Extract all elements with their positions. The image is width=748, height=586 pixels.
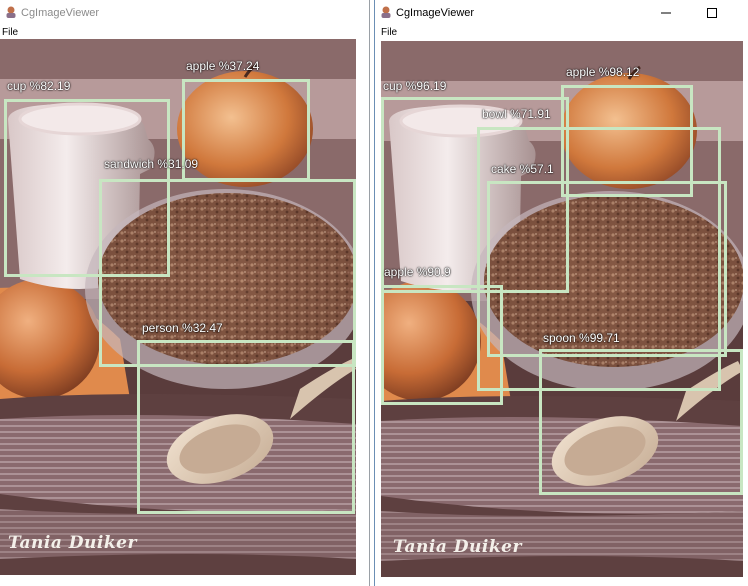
file-menu[interactable]: File — [2, 27, 18, 38]
detection-box-sandwich — [99, 179, 356, 367]
file-menu[interactable]: File — [381, 27, 397, 38]
detection-box-apple — [182, 79, 310, 181]
app-icon — [379, 5, 393, 19]
title-bar[interactable]: CgImageViewer — [375, 0, 748, 26]
detection-label-apple-top: apple %98.12 — [566, 65, 640, 79]
detection-label-person: person %32.47 — [142, 321, 223, 335]
detection-label-apple: apple %37.24 — [186, 59, 260, 73]
detection-box-apple-lower — [381, 285, 503, 405]
menu-bar: File — [0, 26, 369, 39]
detection-label-cake: cake %57.1 — [491, 162, 554, 176]
detection-box-person — [137, 340, 355, 514]
image-viewer-window-left: CgImageViewer File cup %82.19 apple %37.… — [0, 0, 370, 586]
window-title: CgImageViewer — [21, 7, 100, 19]
maximize-button[interactable] — [689, 0, 735, 26]
minimize-icon — [661, 12, 671, 14]
detection-label-sandwich: sandwich %31.09 — [104, 157, 199, 171]
detection-label-apple-lower: apple %90.9 — [384, 265, 451, 279]
title-bar[interactable]: CgImageViewer — [0, 0, 369, 26]
detection-label-bowl: bowl %71.91 — [482, 107, 551, 121]
window-title: CgImageViewer — [396, 7, 475, 19]
maximize-icon — [707, 8, 717, 18]
image-canvas: cup %96.19 apple %98.12 bowl %71.91 cake… — [381, 41, 743, 577]
detection-label-spoon: spoon %99.71 — [543, 331, 620, 345]
photo-signature: Tania Duiker — [393, 537, 522, 557]
minimize-button[interactable] — [643, 0, 689, 26]
detection-label-cup: cup %96.19 — [383, 79, 447, 93]
image-canvas: cup %82.19 apple %37.24 sandwich %31.09 … — [0, 39, 356, 575]
photo-signature: Tania Duiker — [8, 533, 137, 553]
detection-label-cup: cup %82.19 — [7, 79, 71, 93]
app-icon — [4, 5, 18, 19]
menu-bar: File — [375, 26, 748, 39]
image-viewer-window-right: CgImageViewer File cup %96.19 apple %98.… — [374, 0, 748, 586]
detection-box-spoon — [539, 349, 743, 495]
